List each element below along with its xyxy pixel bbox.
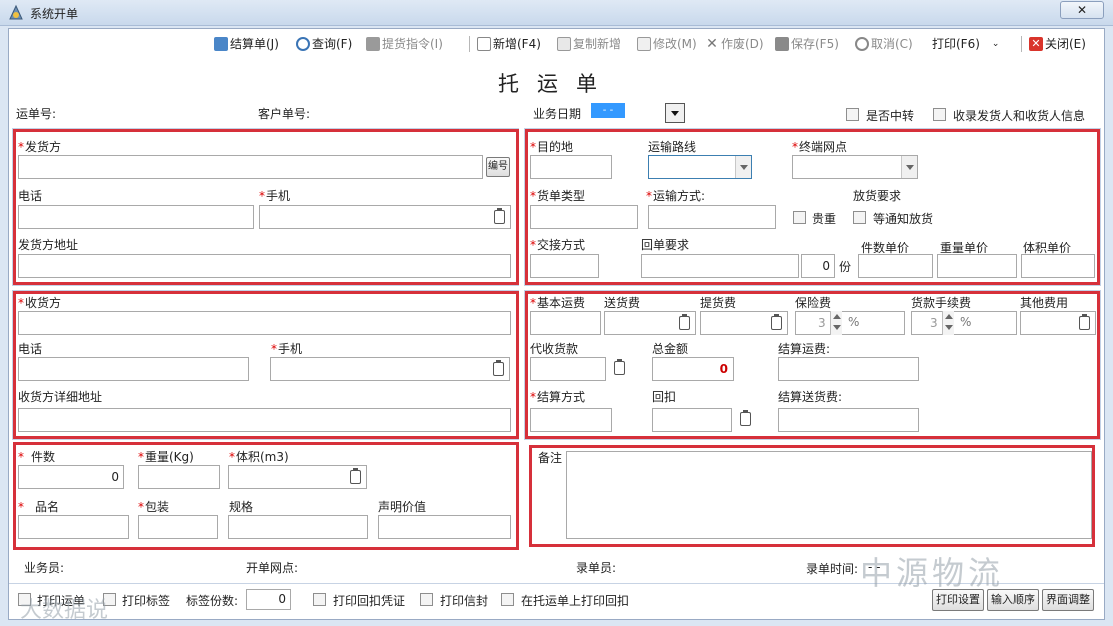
search-icon bbox=[296, 37, 310, 51]
cancel-button[interactable]: 取消(C) bbox=[855, 35, 913, 53]
label-copies-input[interactable]: 0 bbox=[246, 589, 291, 610]
window-title: 系统开单 bbox=[30, 7, 79, 21]
date-dropdown-button[interactable] bbox=[665, 103, 685, 123]
branch-label: 开单网点: bbox=[246, 561, 299, 575]
cross-icon: ✕ bbox=[706, 36, 718, 52]
app-icon bbox=[8, 4, 24, 21]
transfer-checkbox[interactable] bbox=[846, 108, 859, 121]
print-envelope-label: 打印信封 bbox=[440, 594, 489, 608]
customer-no-label: 客户单号: bbox=[258, 107, 311, 121]
highlight-destination bbox=[525, 129, 1100, 285]
document-title: 托运单 bbox=[498, 72, 615, 96]
modify-button[interactable]: 修改(M) bbox=[637, 35, 697, 53]
hammer-icon bbox=[366, 37, 380, 51]
salesman-label: 业务员: bbox=[24, 561, 65, 575]
print-receipt-label: 打印回扣凭证 bbox=[333, 594, 406, 608]
edit-icon bbox=[637, 37, 651, 51]
highlight-fees bbox=[525, 291, 1100, 439]
settle-button[interactable]: 结算单(J) bbox=[214, 35, 279, 53]
biz-date-label: 业务日期 bbox=[533, 107, 582, 121]
watermark-logo-2: 大数据说 bbox=[20, 598, 109, 623]
copy-icon bbox=[557, 37, 571, 51]
entry-time-label: 录单时间: bbox=[806, 562, 859, 576]
print-envelope-checkbox[interactable] bbox=[420, 593, 433, 606]
highlight-shipper bbox=[13, 129, 519, 285]
window-close-button[interactable]: ✕ bbox=[1060, 1, 1104, 19]
save-icon bbox=[775, 37, 789, 51]
title-bar: 系统开单 ✕ bbox=[0, 0, 1113, 26]
waybill-no-label: 运单号: bbox=[16, 107, 57, 121]
settle-icon bbox=[214, 37, 228, 51]
print-button[interactable]: 打印(F6) ⌄ bbox=[932, 35, 999, 53]
save-button[interactable]: 保存(F5) bbox=[775, 35, 839, 53]
print-label-label: 打印标签 bbox=[122, 594, 171, 608]
toolbar: 结算单(J) 查询(F) 提货指令(I) 新增(F4) 复制新增 修改(M) ✕… bbox=[9, 29, 1104, 59]
layout-adjust-button[interactable]: 界面调整 bbox=[1042, 589, 1094, 611]
collect-info-checkbox[interactable] bbox=[933, 108, 946, 121]
undo-icon bbox=[855, 37, 869, 51]
watermark-logo: 中源物流 bbox=[860, 554, 1005, 592]
new-doc-icon bbox=[477, 37, 491, 51]
collect-info-label: 收录发货人和收货人信息 bbox=[953, 109, 1086, 123]
highlight-goods bbox=[13, 442, 519, 550]
copy-new-button[interactable]: 复制新增 bbox=[557, 35, 621, 53]
query-button[interactable]: 查询(F) bbox=[296, 35, 352, 53]
void-button[interactable]: ✕ 作废(D) bbox=[705, 35, 763, 53]
highlight-receiver bbox=[13, 291, 519, 439]
chevron-down-icon: ⌄ bbox=[991, 39, 1000, 49]
highlight-remarks bbox=[529, 445, 1095, 547]
close-icon: ✕ bbox=[1029, 37, 1043, 51]
print-on-waybill-label: 在托运单上打印回扣 bbox=[521, 594, 630, 608]
toolbar-separator bbox=[1021, 36, 1022, 52]
close-button[interactable]: ✕ 关闭(E) bbox=[1029, 35, 1086, 53]
print-receipt-checkbox[interactable] bbox=[313, 593, 326, 606]
toolbar-separator bbox=[469, 36, 470, 52]
print-on-waybill-checkbox[interactable] bbox=[501, 593, 514, 606]
clerk-label: 录单员: bbox=[576, 561, 617, 575]
label-copies-label: 标签份数: bbox=[186, 594, 239, 608]
biz-date-input[interactable]: - - bbox=[591, 103, 625, 118]
new-button[interactable]: 新增(F4) bbox=[477, 35, 541, 53]
transfer-label: 是否中转 bbox=[866, 109, 915, 123]
pickup-command-button[interactable]: 提货指令(I) bbox=[366, 35, 443, 53]
